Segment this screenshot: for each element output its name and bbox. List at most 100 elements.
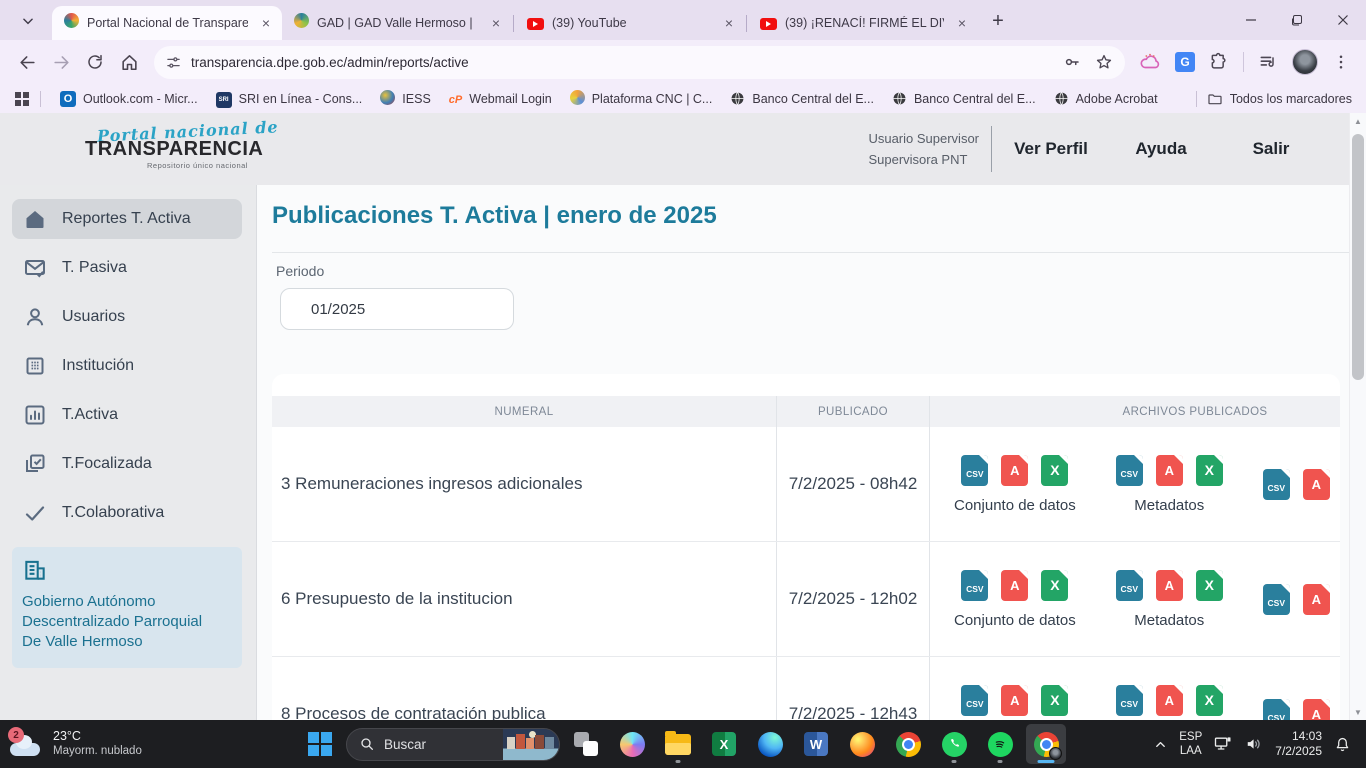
bookmark-item[interactable]: OOutlook.com - Micr... <box>51 87 207 111</box>
pdf-file-icon[interactable]: A <box>1303 469 1330 500</box>
xls-file-icon[interactable]: X <box>1196 685 1223 716</box>
csv-file-icon[interactable]: CSV <box>1116 685 1143 716</box>
url-text[interactable]: transparencia.dpe.gob.ec/admin/reports/a… <box>191 55 469 70</box>
taskbar-weather-widget[interactable]: 2 23°C Mayorm. nublado <box>0 729 142 759</box>
bookmark-star-icon[interactable] <box>1095 53 1113 71</box>
xls-file-icon[interactable]: X <box>1041 570 1068 601</box>
bookmark-item[interactable]: IESS <box>371 86 440 112</box>
profile-avatar[interactable] <box>1292 49 1318 75</box>
scrollbar-down-arrow[interactable]: ▼ <box>1350 704 1366 720</box>
browser-tab[interactable]: (39) ¡RENACÍ! FIRMÉ EL DIVORC× <box>748 6 978 40</box>
pdf-file-icon[interactable]: A <box>1303 699 1330 721</box>
sidebar-item-t-focalizada[interactable]: T.Focalizada <box>12 444 242 484</box>
taskbar-whatsapp-icon[interactable] <box>934 724 974 764</box>
csv-file-icon[interactable]: CSV <box>1263 584 1290 615</box>
scrollbar-thumb[interactable] <box>1352 134 1364 380</box>
password-key-icon[interactable] <box>1063 53 1081 71</box>
tray-language-indicator[interactable]: ESP LAA <box>1179 730 1202 758</box>
pdf-file-icon[interactable]: A <box>1156 685 1183 716</box>
tray-notifications-bell-icon[interactable] <box>1333 735 1352 754</box>
sidebar-item-reportes-t-activa[interactable]: Reportes T. Activa <box>12 199 242 239</box>
tray-clock[interactable]: 14:03 7/2/2025 <box>1275 729 1322 759</box>
window-close-button[interactable] <box>1320 0 1366 40</box>
extensions-puzzle-icon[interactable] <box>1209 52 1229 72</box>
bookmark-item[interactable]: Banco Central del E... <box>883 87 1045 110</box>
window-maximize-button[interactable] <box>1274 0 1320 40</box>
forward-button[interactable] <box>44 45 78 79</box>
taskbar-firefox-icon[interactable] <box>842 724 882 764</box>
taskbar-explorer-icon[interactable] <box>658 724 698 764</box>
bookmark-item[interactable]: cPWebmail Login <box>440 88 561 110</box>
url-bar[interactable]: transparencia.dpe.gob.ec/admin/reports/a… <box>154 46 1125 79</box>
nav-salir[interactable]: Salir <box>1216 139 1326 159</box>
tab-close-icon[interactable]: × <box>486 13 506 33</box>
bookmark-item[interactable]: Adobe Acrobat <box>1045 87 1167 110</box>
scrollbar-up-arrow[interactable]: ▲ <box>1350 113 1366 129</box>
csv-file-icon[interactable]: CSV <box>961 685 988 716</box>
apps-grid-icon[interactable] <box>14 91 30 107</box>
browser-tab[interactable]: Portal Nacional de Transparenc× <box>52 6 282 40</box>
new-tab-button[interactable]: + <box>984 7 1012 35</box>
tab-search-button[interactable] <box>14 7 42 35</box>
back-button[interactable] <box>10 45 44 79</box>
browser-tab[interactable]: (39) YouTube× <box>515 6 745 40</box>
start-button[interactable] <box>300 724 340 764</box>
weather-extension-icon[interactable] <box>1139 51 1161 73</box>
taskbar-search[interactable]: Buscar <box>346 728 560 761</box>
xls-file-icon[interactable]: X <box>1196 570 1223 601</box>
all-bookmarks[interactable]: Todos los marcadores <box>1186 91 1352 107</box>
sidebar-institution-card[interactable]: Gobierno Autónomo Descentralizado Parroq… <box>12 547 242 668</box>
sidebar-item-usuarios[interactable]: Usuarios <box>12 297 242 337</box>
bookmark-item[interactable]: Banco Central del E... <box>721 87 883 110</box>
all-bookmarks-button[interactable]: Todos los marcadores <box>1207 91 1352 107</box>
window-minimize-button[interactable] <box>1228 0 1274 40</box>
pdf-file-icon[interactable]: A <box>1156 570 1183 601</box>
sidebar-item-t-colaborativa[interactable]: T.Colaborativa <box>12 493 242 533</box>
taskbar-excel-icon[interactable]: X <box>704 724 744 764</box>
taskbar-chrome-icon[interactable] <box>888 724 928 764</box>
csv-file-icon[interactable]: CSV <box>1263 699 1290 721</box>
xls-file-icon[interactable]: X <box>1041 455 1068 486</box>
taskbar-chrome-profile-icon[interactable] <box>1026 724 1066 764</box>
translate-extension-icon[interactable]: G <box>1175 52 1195 72</box>
tab-close-icon[interactable]: × <box>952 13 972 33</box>
period-input[interactable] <box>280 288 514 330</box>
xls-file-icon[interactable]: X <box>1196 455 1223 486</box>
tray-network-icon[interactable] <box>1213 734 1233 754</box>
sidebar-item-instituci-n[interactable]: Institución <box>12 346 242 386</box>
xls-file-icon[interactable]: X <box>1041 685 1068 716</box>
site-settings-icon[interactable] <box>166 55 181 70</box>
pdf-file-icon[interactable]: A <box>1303 584 1330 615</box>
csv-file-icon[interactable]: CSV <box>961 570 988 601</box>
pdf-file-icon[interactable]: A <box>1001 570 1028 601</box>
tab-close-icon[interactable]: × <box>719 13 739 33</box>
tray-volume-icon[interactable] <box>1244 734 1264 754</box>
csv-file-icon[interactable]: CSV <box>1263 469 1290 500</box>
bookmark-item[interactable]: Plataforma CNC | C... <box>561 86 722 112</box>
reload-button[interactable] <box>78 45 112 79</box>
taskbar-word-icon[interactable]: W <box>796 724 836 764</box>
taskbar-edge-icon[interactable] <box>750 724 790 764</box>
csv-file-icon[interactable]: CSV <box>961 455 988 486</box>
taskbar-copilot-icon[interactable] <box>612 724 652 764</box>
pdf-file-icon[interactable]: A <box>1001 455 1028 486</box>
pdf-file-icon[interactable]: A <box>1156 455 1183 486</box>
csv-file-icon[interactable]: CSV <box>1116 570 1143 601</box>
sidebar-item-t-pasiva[interactable]: T. Pasiva <box>12 248 242 288</box>
home-button[interactable] <box>112 45 146 79</box>
page-scrollbar[interactable]: ▲ ▼ <box>1349 113 1366 720</box>
taskbar-task-view-icon[interactable] <box>566 724 606 764</box>
media-controls-icon[interactable] <box>1258 52 1278 72</box>
bookmark-item[interactable]: SRISRI en Línea - Cons... <box>207 86 372 112</box>
browser-menu-icon[interactable] <box>1332 53 1350 71</box>
sidebar-item-t-activa[interactable]: T.Activa <box>12 395 242 435</box>
tray-chevron-up-icon[interactable] <box>1153 737 1168 752</box>
nav-ver-perfil[interactable]: Ver Perfil <box>996 139 1106 159</box>
taskbar-spotify-icon[interactable] <box>980 724 1020 764</box>
tab-close-icon[interactable]: × <box>256 13 276 33</box>
browser-tab[interactable]: GAD | GAD Valle Hermoso |× <box>282 6 512 40</box>
pdf-file-icon[interactable]: A <box>1001 685 1028 716</box>
search-highlight-image[interactable] <box>503 728 559 761</box>
nav-ayuda[interactable]: Ayuda <box>1106 139 1216 159</box>
csv-file-icon[interactable]: CSV <box>1116 455 1143 486</box>
